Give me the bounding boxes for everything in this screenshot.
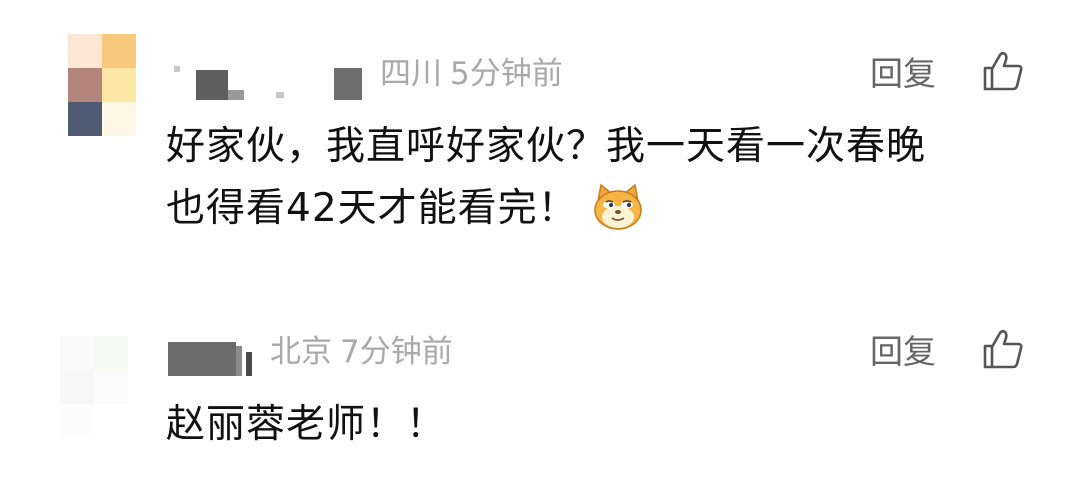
comment-meta-text: 四川 5分钟前 xyxy=(380,54,563,94)
comment-meta: 北京 7分钟前 回复 xyxy=(0,324,1080,384)
comment-item: 四川 5分钟前 回复 好家伙，我直呼好家伙？我一天看一次春晚 也得看42天才能看完… xyxy=(0,0,1080,300)
reply-button[interactable]: 回复 xyxy=(870,54,936,94)
comment-item: 北京 7分钟前 回复 赵丽蓉老师！！ xyxy=(0,300,1080,499)
comment-location: 北京 xyxy=(270,334,332,370)
comment-text: 好家伙，我直呼好家伙？我一天看一次春晚 也得看42天才能看完！ xyxy=(166,116,1026,240)
comment-time: 7分钟前 xyxy=(340,334,453,370)
comment-time: 5分钟前 xyxy=(450,56,563,92)
comment-text-line: 好家伙，我直呼好家伙？我一天看一次春晚 xyxy=(166,124,927,169)
doge-cat-emoji xyxy=(593,183,642,230)
avatar-pixel xyxy=(68,102,102,136)
comment-location: 四川 xyxy=(380,56,442,92)
comment-meta: 四川 5分钟前 回复 xyxy=(0,46,1080,106)
thumbs-up-icon[interactable] xyxy=(982,328,1024,370)
username-redacted[interactable] xyxy=(166,52,376,102)
avatar-pixel xyxy=(60,404,94,438)
comment-text: 赵丽蓉老师！！ xyxy=(166,402,447,447)
reply-button[interactable]: 回复 xyxy=(870,332,936,372)
avatar-pixel xyxy=(102,102,136,136)
comment-text-line: 也得看42天才能看完！ xyxy=(166,178,1026,240)
thumbs-up-icon[interactable] xyxy=(982,50,1024,92)
avatar-pixel xyxy=(94,404,128,438)
comment-meta-text: 北京 7分钟前 xyxy=(270,332,453,372)
